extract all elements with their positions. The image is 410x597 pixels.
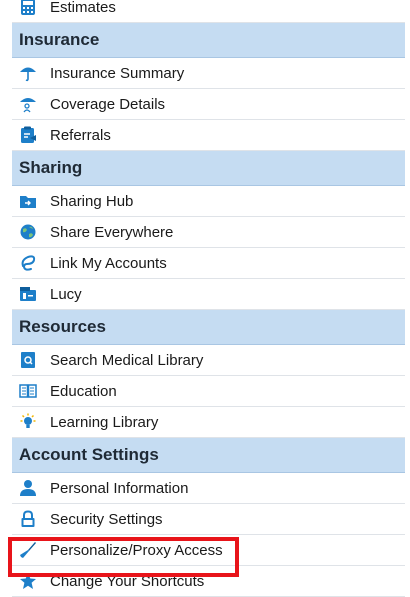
menu-item-search-medical-library[interactable]: Search Medical Library xyxy=(12,345,405,376)
menu-item-label: Personalize/Proxy Access xyxy=(50,541,223,559)
menu-item-link-my-accounts[interactable]: Link My Accounts xyxy=(12,248,405,279)
lock-icon xyxy=(18,509,38,529)
star-icon xyxy=(18,571,38,591)
lucy-icon xyxy=(18,284,38,304)
menu-item-label: Estimates xyxy=(50,0,116,16)
menu-item-education[interactable]: Education xyxy=(12,376,405,407)
person-icon xyxy=(18,478,38,498)
menu-item-sharing-hub[interactable]: Sharing Hub xyxy=(12,186,405,217)
clipboard-icon xyxy=(18,125,38,145)
menu-item-lucy[interactable]: Lucy xyxy=(12,279,405,310)
menu-item-label: Education xyxy=(50,382,117,400)
library-search-icon xyxy=(18,350,38,370)
menu-item-label: Change Your Shortcuts xyxy=(50,572,205,590)
section-header-account-settings: Account Settings xyxy=(12,438,405,473)
menu-item-insurance-summary[interactable]: Insurance Summary xyxy=(12,58,405,89)
menu-item-label: Search Medical Library xyxy=(50,351,204,369)
folder-share-icon xyxy=(18,191,38,211)
menu-item-label: Link My Accounts xyxy=(50,254,167,272)
menu-item-label: Share Everywhere xyxy=(50,223,174,241)
menu-item-share-everywhere[interactable]: Share Everywhere xyxy=(12,217,405,248)
menu-item-referrals[interactable]: Referrals xyxy=(12,120,405,151)
menu-item-label: Security Settings xyxy=(50,510,163,528)
menu-item-security-settings[interactable]: Security Settings xyxy=(12,504,405,535)
menu-item-personalize-proxy-access[interactable]: Personalize/Proxy Access xyxy=(12,535,405,566)
menu-item-label: Lucy xyxy=(50,285,82,303)
menu-item-coverage-details[interactable]: Coverage Details xyxy=(12,89,405,120)
globe-icon xyxy=(18,222,38,242)
section-header-insurance: Insurance xyxy=(12,23,405,58)
umbrella-icon xyxy=(18,63,38,83)
menu-item-change-your-shortcuts[interactable]: Change Your Shortcuts xyxy=(12,566,405,597)
menu-item-label: Referrals xyxy=(50,126,111,144)
calculator-icon xyxy=(18,0,38,17)
menu-item-label: Personal Information xyxy=(50,479,189,497)
section-header-sharing: Sharing xyxy=(12,151,405,186)
menu-item-label: Insurance Summary xyxy=(50,64,185,82)
menu-item-personal-information[interactable]: Personal Information xyxy=(12,473,405,504)
umbrella-person-icon xyxy=(18,94,38,114)
navigation-menu: Estimates Insurance Insurance Summary Co… xyxy=(12,0,405,597)
menu-item-label: Coverage Details xyxy=(50,95,166,113)
lightbulb-icon xyxy=(18,412,38,432)
brush-icon xyxy=(18,540,38,560)
menu-item-estimates[interactable]: Estimates xyxy=(12,0,405,23)
menu-item-learning-library[interactable]: Learning Library xyxy=(12,407,405,438)
menu-item-label: Sharing Hub xyxy=(50,192,134,210)
book-icon xyxy=(18,381,38,401)
menu-item-label: Learning Library xyxy=(50,413,159,431)
section-header-resources: Resources xyxy=(12,310,405,345)
link-icon xyxy=(18,253,38,273)
